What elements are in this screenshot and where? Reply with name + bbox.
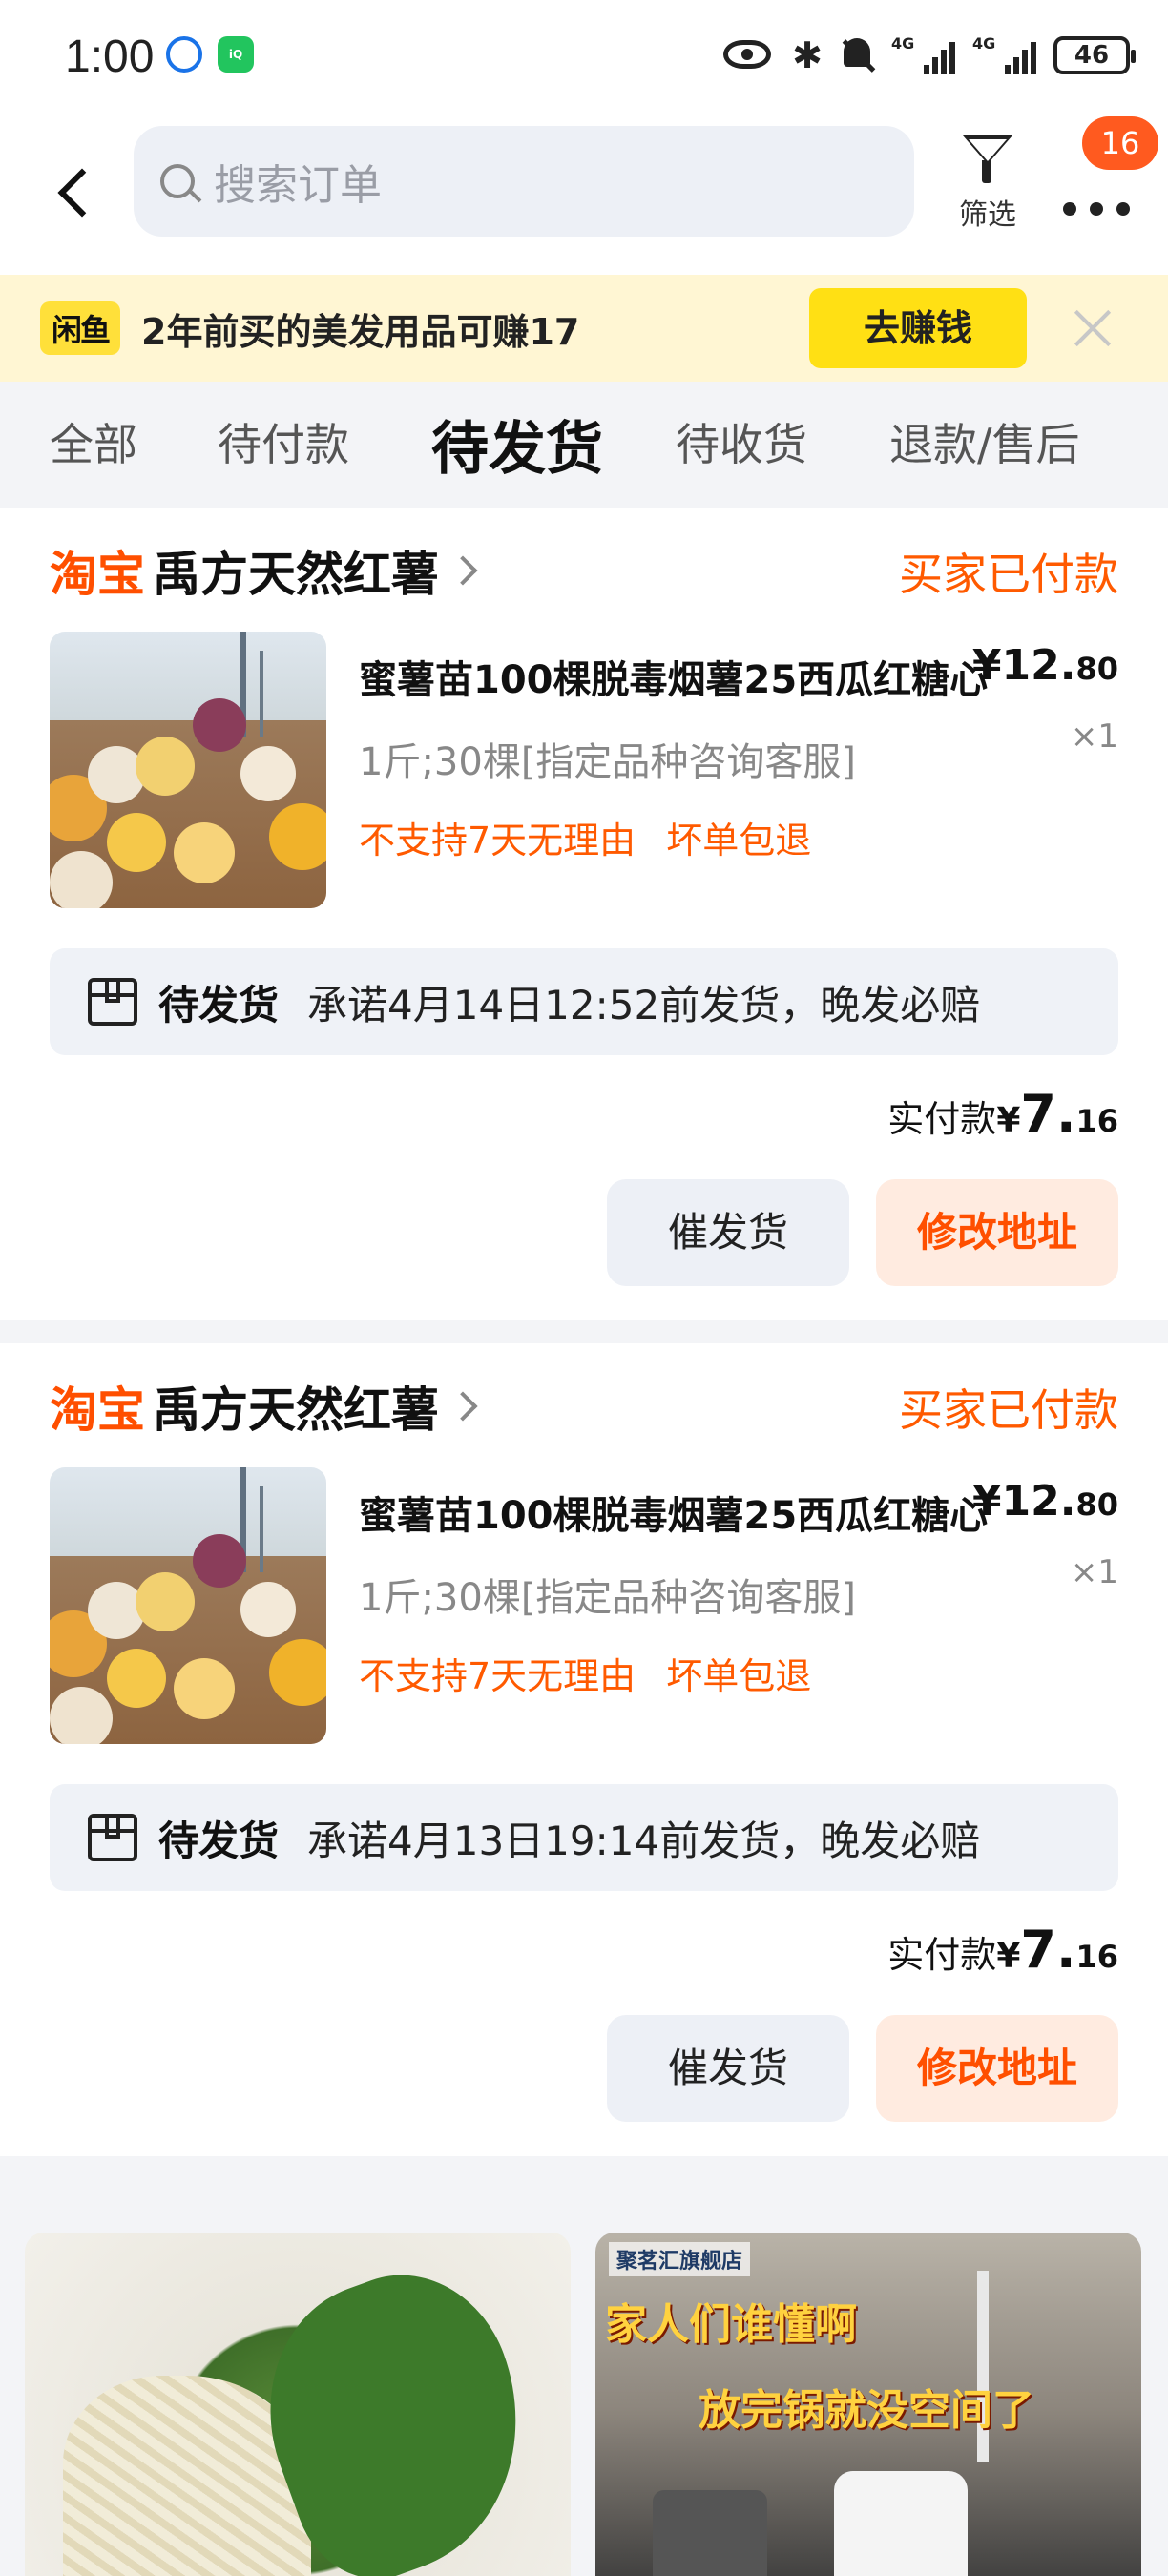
video-caption: 放完锅就没空间了 — [699, 2386, 1034, 2435]
search-icon — [160, 164, 195, 198]
tab-pending-payment[interactable]: 待付款 — [218, 410, 349, 473]
shipping-status: 待发货 — [158, 981, 280, 1028]
shipping-promise-text: 承诺4月14日12:52前发货，晚发必赔 — [307, 981, 981, 1028]
service-tag: 坏单包退 — [666, 820, 812, 862]
urge-shipment-button[interactable]: 催发货 — [607, 2015, 849, 2122]
eye-icon — [723, 34, 775, 76]
platform-label: 淘宝 — [50, 547, 145, 602]
change-address-button[interactable]: 修改地址 — [876, 2015, 1118, 2122]
product-image[interactable] — [50, 1467, 326, 1744]
shop-header[interactable]: 淘宝 禹方天然红薯 — [50, 1372, 478, 1441]
service-tags: 不支持7天无理由 坏单包退 — [359, 811, 811, 863]
recommendation-feed: 聚茗汇旗舰店 家人们谁懂啊 放完锅就没空间了 — [0, 2179, 1168, 2576]
signal-icon: 4G — [891, 34, 955, 74]
status-bar: 1:00 iQ ✱ 4G 4G 46 — [0, 0, 1168, 113]
product-quantity: ×1 — [1070, 1553, 1118, 1591]
shop-name: 禹方天然红薯 — [153, 1382, 439, 1438]
tab-refund-aftersale[interactable]: 退款/售后 — [889, 410, 1080, 473]
iqiyi-notification-icon: iQ — [218, 36, 254, 73]
product-title[interactable]: 蜜薯苗100棵脱毒烟薯25西瓜红糖心 — [359, 649, 1008, 704]
back-arrow-icon[interactable] — [48, 155, 105, 231]
tab-all[interactable]: 全部 — [50, 410, 137, 473]
shipping-status: 待发货 — [158, 1817, 280, 1864]
shop-header[interactable]: 淘宝 禹方天然红薯 — [50, 536, 478, 605]
shipping-promise[interactable]: 待发货 承诺4月14日12:52前发货，晚发必赔 — [50, 948, 1118, 1055]
filter-button[interactable]: 筛选 — [945, 132, 1031, 233]
order-card[interactable]: 淘宝 禹方天然红薯 买家已付款 蜜薯苗100棵脱毒烟薯25西瓜红糖心 ¥12.8… — [0, 1343, 1168, 2156]
status-time: 1:00 — [65, 31, 155, 82]
message-count-badge: 16 — [1082, 116, 1158, 170]
store-watermark: 聚茗汇旗舰店 — [609, 2242, 751, 2276]
service-tags: 不支持7天无理由 坏单包退 — [359, 1647, 811, 1699]
video-caption: 家人们谁懂啊 — [605, 2300, 857, 2349]
order-card[interactable]: 淘宝 禹方天然红薯 买家已付款 蜜薯苗100棵脱毒烟薯25西瓜红糖心 ¥12.8… — [0, 508, 1168, 1320]
mute-bell-icon — [840, 36, 874, 74]
paid-amount: 实付款 ¥7. 16 — [887, 1084, 1118, 1144]
product-price: ¥12.80 — [971, 641, 1118, 690]
header: 搜索订单 筛选 16 — [0, 113, 1168, 275]
signal-icon-2: 4G — [972, 34, 1036, 74]
shipping-promise[interactable]: 待发货 承诺4月13日19:14前发货，晚发必赔 — [50, 1784, 1118, 1891]
feed-item[interactable]: 聚茗汇旗舰店 家人们谁懂啊 放完锅就没空间了 — [595, 2233, 1141, 2576]
battery-icon: 46 — [1053, 36, 1136, 74]
change-address-button[interactable]: 修改地址 — [876, 1179, 1118, 1286]
service-tag: 不支持7天无理由 — [359, 820, 636, 862]
promo-banner: 闲鱼 2年前买的美发用品可赚17 去赚钱 — [0, 275, 1168, 382]
tab-pending-receipt[interactable]: 待收货 — [676, 410, 807, 473]
shipping-promise-text: 承诺4月13日19:14前发货，晚发必赔 — [307, 1817, 981, 1864]
package-icon — [88, 1814, 137, 1861]
earn-money-button[interactable]: 去赚钱 — [809, 288, 1027, 368]
chevron-right-icon — [448, 555, 478, 586]
search-placeholder: 搜索订单 — [214, 161, 382, 210]
order-status: 买家已付款 — [899, 1384, 1118, 1436]
service-tag: 坏单包退 — [666, 1655, 812, 1697]
close-icon[interactable] — [1069, 304, 1116, 352]
platform-label: 淘宝 — [50, 1382, 145, 1438]
order-status: 买家已付款 — [899, 549, 1118, 600]
product-quantity: ×1 — [1070, 717, 1118, 756]
product-price: ¥12.80 — [971, 1477, 1118, 1526]
urge-shipment-button[interactable]: 催发货 — [607, 1179, 849, 1286]
tab-pending-shipment[interactable]: 待发货 — [431, 403, 603, 486]
chevron-right-icon — [448, 1391, 478, 1422]
search-input[interactable]: 搜索订单 — [134, 126, 914, 237]
shop-name: 禹方天然红薯 — [153, 547, 439, 602]
package-icon — [88, 978, 137, 1026]
feed-item[interactable] — [25, 2233, 571, 2576]
bluetooth-icon: ✱ — [792, 34, 823, 76]
filter-label: 筛选 — [959, 198, 1016, 232]
promo-text: 2年前买的美发用品可赚17 — [141, 310, 580, 353]
product-spec: 1斤;30棵[指定品种咨询客服] — [359, 1576, 857, 1620]
filter-icon — [961, 132, 1014, 185]
service-tag: 不支持7天无理由 — [359, 1655, 636, 1697]
xianyu-logo: 闲鱼 — [40, 301, 121, 355]
order-tabs: 全部 待付款 待发货 待收货 退款/售后 — [0, 382, 1168, 508]
product-title[interactable]: 蜜薯苗100棵脱毒烟薯25西瓜红糖心 — [359, 1485, 1008, 1540]
product-image[interactable] — [50, 632, 326, 908]
app-notification-icon — [166, 36, 202, 73]
product-spec: 1斤;30棵[指定品种咨询客服] — [359, 740, 857, 784]
paid-amount: 实付款 ¥7. 16 — [887, 1920, 1118, 1980]
